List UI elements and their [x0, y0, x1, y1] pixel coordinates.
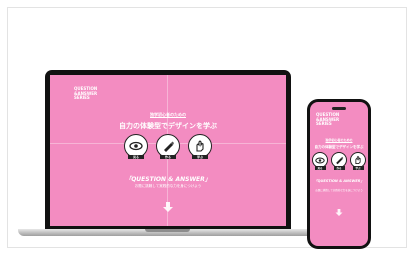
site-tagline: 「QUESTION & ANSWER」: [314, 179, 364, 183]
feature-icon-item: 見る: [312, 152, 328, 170]
laptop-notch: [145, 229, 190, 232]
icon-badge: 見る: [314, 166, 326, 170]
feature-icon-item: 作る: [156, 134, 180, 159]
icon-badge: 作る: [333, 166, 345, 170]
icon-badge: 見る: [128, 155, 144, 159]
feature-icon-item: 作る: [331, 152, 347, 170]
site-small-title: 独学初心者のための: [150, 112, 186, 117]
feature-icons: 見る 作る 学ぶ: [310, 152, 368, 170]
feature-icons: 見る 作る 学ぶ: [50, 134, 286, 159]
icon-badge: 作る: [160, 155, 176, 159]
phone-website-preview: QUESTION &ANSWER SERIES 独学初心者のための 自力の体験型…: [310, 102, 368, 246]
feature-icon-item: 学ぶ: [188, 134, 212, 159]
phone-mockup: QUESTION &ANSWER SERIES 独学初心者のための 自力の体験型…: [307, 99, 371, 249]
site-caption: お題に挑戦して実践的な力を身につけよう: [134, 184, 202, 188]
arrow-down-icon[interactable]: [163, 197, 173, 216]
site-headline: 自力の体験型でデザインを学ぶ: [119, 122, 217, 130]
feature-icon-item: 見る: [124, 134, 148, 159]
site-logo: QUESTION &ANSWER SERIES: [316, 112, 339, 127]
site-logo: QUESTION &ANSWER SERIES: [74, 86, 97, 101]
site-small-title: 独学初心者のための: [325, 138, 353, 142]
icon-badge: 学ぶ: [352, 166, 364, 170]
site-caption: お題に挑戦して実践的な力を身につけよう: [315, 189, 363, 192]
phone-speaker: [332, 107, 346, 110]
laptop-mockup: QUESTION &ANSWER SERIES 独学初心者のための 自力の体験型…: [45, 70, 291, 230]
site-tagline: 「QUESTION & ANSWER」: [125, 176, 211, 183]
laptop-website-preview: QUESTION &ANSWER SERIES 独学初心者のための 自力の体験型…: [50, 75, 286, 226]
feature-icon-item: 学ぶ: [350, 152, 366, 170]
arrow-down-icon[interactable]: [335, 201, 343, 220]
logo-line: SERIES: [74, 95, 90, 101]
site-headline: 自力の体験型でデザインを学ぶ: [314, 145, 364, 149]
logo-line: SERIES: [316, 121, 332, 127]
icon-badge: 学ぶ: [192, 155, 208, 159]
